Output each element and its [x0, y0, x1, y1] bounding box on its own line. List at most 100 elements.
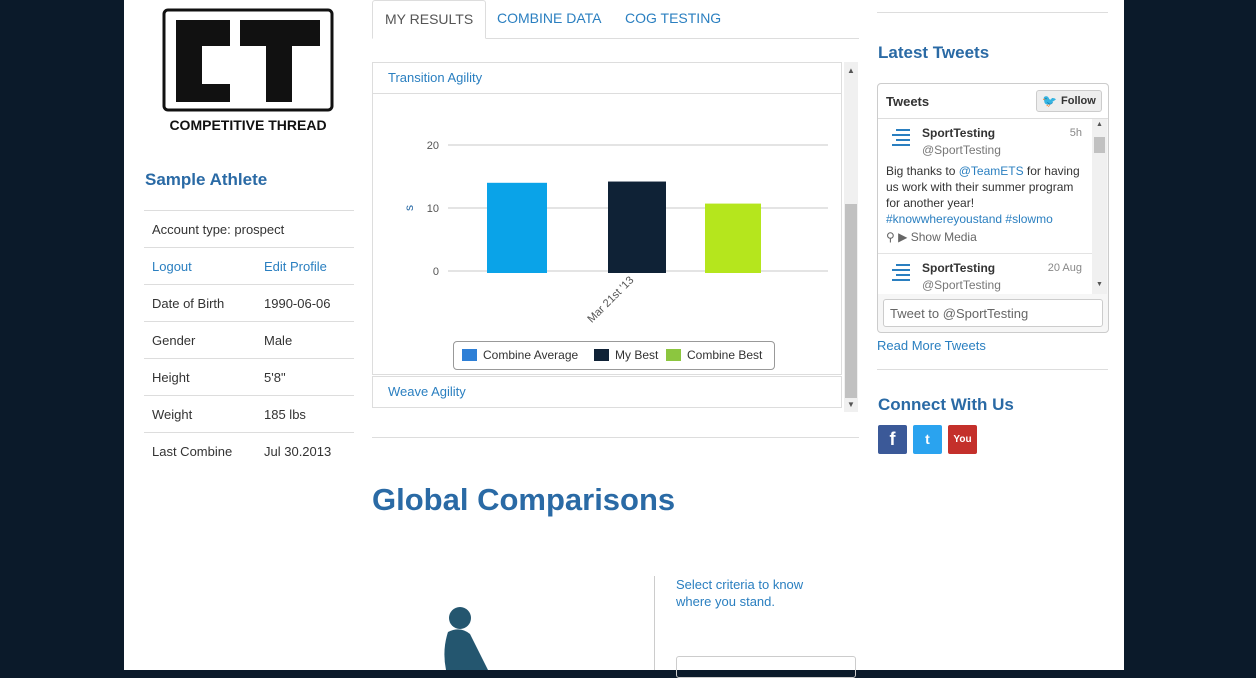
tweet-text: Big thanks to @TeamETS for having us wor… — [886, 163, 1086, 227]
tweet[interactable]: SportTesting @SportTesting 5h Big thanks… — [878, 119, 1092, 254]
legend-swatch — [666, 349, 681, 361]
logo-text: COMPETITIVE THREAD — [169, 117, 326, 133]
legend-label: Combine Best — [687, 348, 763, 362]
tweet-input-placeholder: Tweet to @SportTesting — [890, 306, 1029, 321]
chart-panel: 0 10 20 s Mar 21st '13 Combine Average My Be… — [372, 94, 842, 375]
profile-label: Date of Birth — [152, 296, 225, 311]
accordion-title: Weave Agility — [388, 384, 466, 399]
video-icon: ▶ — [898, 230, 908, 244]
accordion-scrollbar[interactable]: ▲ ▼ — [844, 62, 858, 412]
y-tick-label: 0 — [433, 266, 439, 278]
profile-label: Gender — [152, 333, 196, 348]
profile-value: 185 lbs — [264, 407, 306, 422]
criteria-divider — [654, 576, 655, 670]
page: COMPETITIVE THREAD Sample Athlete Accoun… — [124, 0, 1124, 678]
legend-swatch — [462, 349, 477, 361]
criteria-prompt: Select criteria to know where you stand. — [676, 577, 804, 609]
tweet-author[interactable]: SportTesting — [922, 126, 995, 140]
show-media-link[interactable]: ⚲ ▶ Show Media — [886, 230, 977, 244]
youtube-icon[interactable]: You — [948, 425, 977, 454]
scroll-thumb[interactable] — [845, 204, 857, 398]
tweet-time[interactable]: 5h — [1070, 127, 1082, 139]
chart-legend: Combine Average My Best Combine Best — [453, 341, 775, 370]
profile-label: Last Combine — [152, 444, 233, 459]
sporttesting-avatar — [892, 129, 910, 146]
legend-item-combine-average[interactable]: Combine Average — [462, 348, 578, 362]
legend-label: Combine Average — [483, 348, 579, 362]
location-pin-icon: ⚲ — [886, 230, 895, 244]
profile-row-dob: Date of Birth 1990-06-06 — [144, 285, 354, 322]
results-tabs: MY RESULTS COMBINE DATA COG TESTING — [372, 0, 859, 39]
section-divider — [372, 437, 859, 438]
tweet-feed-scrollbar[interactable]: ▲ ▼ — [1092, 119, 1107, 294]
competitive-thread-logo[interactable]: COMPETITIVE THREAD — [160, 6, 340, 136]
edit-profile-link[interactable]: Edit Profile — [264, 259, 327, 274]
legend-item-my-best[interactable]: My Best — [594, 348, 658, 362]
account-type: Account type: prospect — [152, 222, 285, 237]
accordion-header-transition-agility[interactable]: Transition Agility — [372, 62, 842, 94]
twitter-icon[interactable]: t — [913, 425, 942, 454]
criteria-select[interactable] — [676, 656, 856, 678]
tweet-handle[interactable]: @SportTesting — [922, 278, 1001, 292]
accordion-header-weave-agility[interactable]: Weave Agility — [372, 376, 842, 408]
sporttesting-avatar — [892, 264, 910, 281]
y-tick-label: 10 — [427, 203, 439, 215]
profile-value: Male — [264, 333, 293, 348]
y-tick-label: 20 — [427, 140, 439, 152]
global-comparisons-title: Global Comparisons — [372, 482, 676, 517]
bar-combine-best — [705, 203, 761, 273]
profile-value: 1990-06-06 — [264, 296, 331, 311]
bar-chart: 0 10 20 s Mar 21st '13 — [402, 140, 828, 325]
scroll-down-icon[interactable]: ▼ — [847, 400, 855, 409]
legend-item-combine-best[interactable]: Combine Best — [666, 348, 762, 362]
tweet-hashtags[interactable]: #knowwhereyoustand #slowmo — [886, 212, 1053, 226]
bar-combine-average — [487, 182, 547, 273]
profile-label: Weight — [152, 407, 193, 422]
tweet-feed[interactable]: SportTesting @SportTesting 5h Big thanks… — [878, 119, 1092, 294]
tab-combine-data[interactable]: COMBINE DATA — [497, 0, 602, 37]
follow-button[interactable]: 🐦 Follow — [1036, 90, 1102, 112]
show-media-label: Show Media — [910, 230, 977, 244]
tweet-text-start: Big thanks to — [886, 164, 959, 178]
read-more-tweets-link[interactable]: Read More Tweets — [877, 338, 986, 353]
tweet[interactable]: SportTesting @SportTesting 20 Aug — [878, 254, 1092, 294]
logout-link[interactable]: Logout — [152, 259, 192, 274]
profile-row-gender: Gender Male — [144, 322, 354, 359]
legend-label: My Best — [615, 348, 659, 362]
athlete-silhouette-icon — [444, 607, 488, 670]
y-axis-label: s — [402, 205, 416, 211]
tweet-mention[interactable]: @TeamETS — [959, 164, 1024, 178]
widget-title: Tweets — [886, 94, 930, 109]
tweet-author[interactable]: SportTesting — [922, 261, 995, 275]
athlete-name: Sample Athlete — [145, 170, 268, 189]
profile-value: 5'8" — [264, 370, 286, 385]
tweet-time[interactable]: 20 Aug — [1048, 262, 1082, 274]
sidebar-divider — [877, 12, 1108, 13]
profile-label: Height — [152, 370, 190, 385]
tab-my-results[interactable]: MY RESULTS — [372, 0, 487, 39]
scroll-down-icon[interactable]: ▼ — [1096, 281, 1103, 288]
tweet-handle[interactable]: @SportTesting — [922, 143, 1001, 157]
accordion-title: Transition Agility — [388, 70, 483, 85]
twitter-widget: Tweets 🐦 Follow SportTesting @SportTesti… — [877, 83, 1109, 333]
results-accordion: Transition Agility 0 10 20 s Mar 21st '13 Co… — [372, 62, 842, 412]
x-tick-label: Mar 21st '13 — [585, 274, 636, 325]
facebook-icon[interactable]: f — [878, 425, 907, 454]
profile-value: Jul 30.2013 — [264, 444, 332, 459]
bar-my-best — [608, 181, 666, 273]
profile-table: Account type: prospect Logout Edit Profi… — [144, 210, 354, 469]
tweet-input[interactable]: Tweet to @SportTesting — [883, 299, 1103, 327]
follow-label: Follow — [1061, 95, 1096, 107]
connect-heading: Connect With Us — [878, 395, 1014, 414]
scroll-up-icon[interactable]: ▲ — [847, 66, 855, 75]
account-links-row: Logout Edit Profile — [144, 248, 354, 285]
profile-row-weight: Weight 185 lbs — [144, 396, 354, 433]
sidebar-divider — [877, 369, 1108, 370]
tab-cog-testing[interactable]: COG TESTING — [625, 0, 721, 37]
twitter-widget-header: Tweets 🐦 Follow — [878, 84, 1108, 119]
scroll-up-icon[interactable]: ▲ — [1096, 121, 1103, 128]
profile-row-last-combine: Last Combine Jul 30.2013 — [144, 433, 354, 469]
scroll-thumb[interactable] — [1094, 137, 1105, 153]
profile-row-height: Height 5'8" — [144, 359, 354, 396]
legend-swatch — [594, 349, 609, 361]
